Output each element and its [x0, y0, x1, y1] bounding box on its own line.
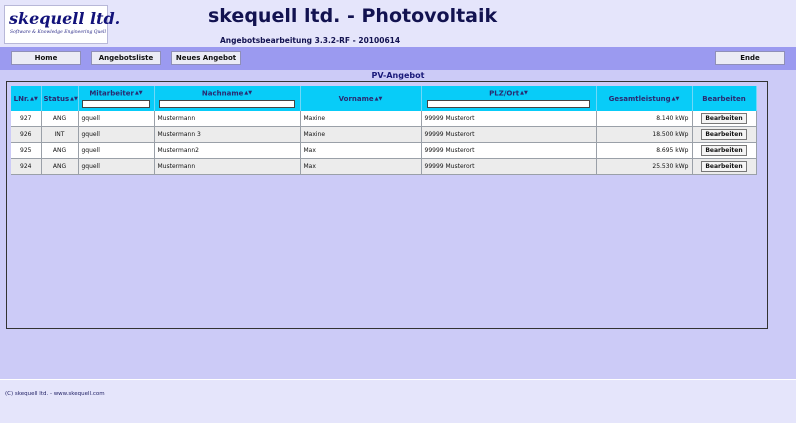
- col-label: Mitarbeiter: [89, 89, 134, 98]
- table-row: 927 ANG gquell Mustermann Maxine 99999 M…: [11, 111, 757, 127]
- cell-nr: 927: [11, 111, 42, 127]
- col-label: PLZ/Ort: [489, 89, 520, 98]
- cell-nr: 926: [11, 126, 42, 143]
- cell-mitarbeiter: gquell: [78, 158, 155, 175]
- edit-button[interactable]: Bearbeiten: [701, 129, 747, 140]
- cell-action: Bearbeiten: [692, 126, 757, 143]
- col-header-bearbeiten: Bearbeiten: [692, 86, 757, 111]
- col-label: LNr.: [13, 94, 30, 103]
- logo-name: skequell ltd.: [9, 9, 121, 28]
- cell-leistung: 18.500 kWp: [596, 126, 693, 143]
- cell-action: Bearbeiten: [692, 111, 757, 127]
- col-label: Nachname: [201, 89, 244, 98]
- sort-icon[interactable]: ▲▼: [70, 96, 78, 102]
- edit-button[interactable]: Bearbeiten: [701, 145, 747, 156]
- filter-mitarbeiter-input[interactable]: [82, 99, 150, 108]
- cell-nr: 924: [11, 158, 42, 175]
- edit-button[interactable]: Bearbeiten: [701, 161, 747, 172]
- footer: [0, 380, 796, 423]
- sort-icon[interactable]: ▲▼: [135, 90, 143, 96]
- sort-icon[interactable]: ▲▼: [244, 90, 252, 96]
- table-row: 924 ANG gquell Mustermann Max 99999 Must…: [11, 158, 757, 175]
- table-row: 926 INT gquell Mustermann 3 Maxine 99999…: [11, 126, 757, 143]
- cell-leistung: 25.530 kWp: [596, 158, 693, 175]
- col-header-nachname[interactable]: Nachname▲▼: [154, 86, 301, 111]
- col-header-status[interactable]: Status▲▼: [41, 86, 79, 111]
- col-label: Bearbeiten: [702, 94, 746, 103]
- sort-icon[interactable]: ▲▼: [30, 96, 38, 102]
- cell-mitarbeiter: gquell: [78, 142, 155, 159]
- col-header-mitarbeiter[interactable]: Mitarbeiter▲▼: [78, 86, 155, 111]
- col-label: Status: [43, 94, 70, 103]
- offer-list-button[interactable]: Angebotsliste: [91, 51, 161, 65]
- cell-vorname: Max: [300, 158, 422, 175]
- col-header-lfnr[interactable]: LNr.▲▼: [11, 86, 42, 111]
- company-logo: skequell ltd. Software & Knowledge Engin…: [4, 5, 120, 44]
- section-title: PV-Angebot: [371, 71, 425, 80]
- cell-vorname: Max: [300, 142, 422, 159]
- col-label: Vorname: [338, 94, 374, 103]
- cell-action: Bearbeiten: [692, 142, 757, 159]
- page-title: skequell ltd. - Photovoltaik: [208, 5, 498, 27]
- footer-copyright: (C) skequell ltd. - www.skequell.com: [5, 391, 105, 397]
- cell-status: ANG: [41, 158, 79, 175]
- table-header-row: LNr.▲▼ Status▲▼ Mitarbeiter▲▼ Nachname▲▼…: [11, 86, 757, 111]
- cell-vorname: Maxine: [300, 126, 422, 143]
- cell-vorname: Maxine: [300, 111, 422, 127]
- cell-plzort: 99999 Musterort: [421, 158, 597, 175]
- cell-plzort: 99999 Musterort: [421, 142, 597, 159]
- cell-status: ANG: [41, 142, 79, 159]
- sort-icon[interactable]: ▲▼: [520, 90, 528, 96]
- cell-nachname: Mustermann: [154, 158, 301, 175]
- version-label: Angebotsbearbeitung 3.3.2-RF - 20100614: [220, 36, 401, 45]
- cell-mitarbeiter: gquell: [78, 126, 155, 143]
- cell-nachname: Mustermann 3: [154, 126, 301, 143]
- logo-tagline: Software & Knowledge Engineering Quell: [10, 30, 106, 35]
- cell-mitarbeiter: gquell: [78, 111, 155, 127]
- col-header-vorname[interactable]: Vorname▲▼: [300, 86, 422, 111]
- sort-icon[interactable]: ▲▼: [375, 96, 383, 102]
- home-button[interactable]: Home: [11, 51, 81, 65]
- offer-table: LNr.▲▼ Status▲▼ Mitarbeiter▲▼ Nachname▲▼…: [11, 86, 757, 175]
- exit-button[interactable]: Ende: [715, 51, 785, 65]
- filter-plzort-input[interactable]: [427, 99, 590, 108]
- edit-button[interactable]: Bearbeiten: [701, 113, 747, 124]
- new-offer-button[interactable]: Neues Angebot: [171, 51, 241, 65]
- cell-nachname: Mustermann2: [154, 142, 301, 159]
- cell-nachname: Mustermann: [154, 111, 301, 127]
- cell-status: INT: [41, 126, 79, 143]
- col-header-plzort[interactable]: PLZ/Ort▲▼: [421, 86, 597, 111]
- cell-leistung: 8.695 kWp: [596, 142, 693, 159]
- cell-nr: 925: [11, 142, 42, 159]
- cell-plzort: 99999 Musterort: [421, 111, 597, 127]
- table-row: 925 ANG gquell Mustermann2 Max 99999 Mus…: [11, 142, 757, 159]
- cell-action: Bearbeiten: [692, 158, 757, 175]
- nav-bar: Home Angebotsliste Neues Angebot Ende: [0, 47, 796, 70]
- col-label: Gesamtleistung: [608, 94, 671, 103]
- filter-nachname-input[interactable]: [159, 99, 295, 108]
- cell-plzort: 99999 Musterort: [421, 126, 597, 143]
- sort-icon[interactable]: ▲▼: [672, 96, 680, 102]
- col-header-leistung[interactable]: Gesamtleistung▲▼: [596, 86, 693, 111]
- cell-status: ANG: [41, 111, 79, 127]
- cell-leistung: 8.140 kWp: [596, 111, 693, 127]
